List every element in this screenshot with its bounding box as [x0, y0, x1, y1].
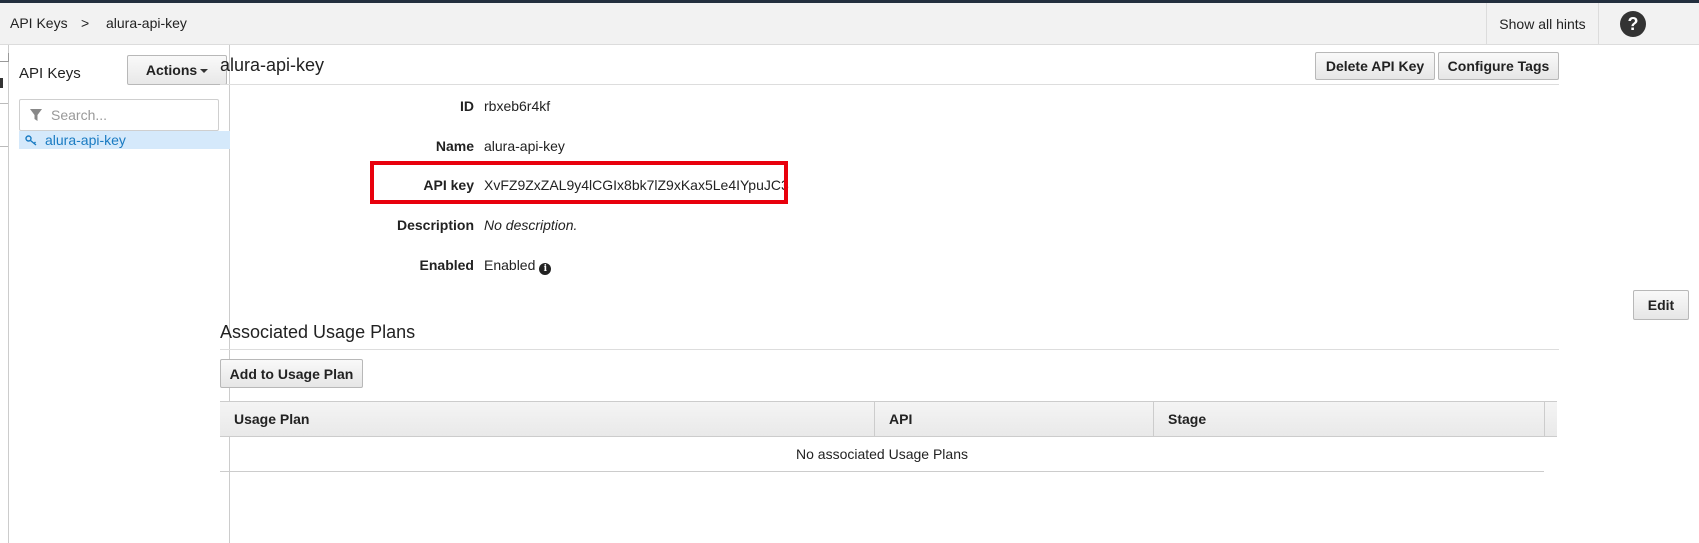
breadcrumb-api-keys[interactable]: API Keys: [10, 15, 68, 31]
key-icon: [25, 134, 38, 146]
api-key-highlight-box: [370, 161, 788, 204]
name-label: Name: [435, 138, 474, 154]
nav-strip-mark: [0, 103, 8, 147]
sidebar-title: API Keys: [19, 65, 81, 82]
name-value: alura-api-key: [484, 138, 565, 154]
delete-api-key-button[interactable]: Delete API Key: [1315, 52, 1435, 80]
edit-button[interactable]: Edit: [1633, 290, 1689, 320]
configure-tags-button[interactable]: Configure Tags: [1438, 52, 1559, 80]
divider: [220, 84, 1559, 85]
page-title: alura-api-key: [220, 55, 325, 75]
actions-dropdown-button[interactable]: Actions: [127, 55, 227, 85]
sidebar-item-alura-api-key[interactable]: alura-api-key: [19, 131, 230, 149]
breadcrumb-separator: >: [81, 15, 90, 31]
column-header-api[interactable]: API: [875, 402, 1154, 436]
search-input[interactable]: [49, 106, 203, 124]
nav-strip-mark: [0, 78, 3, 88]
breadcrumb-bar: API Keys > alura-api-key Show all hints …: [0, 3, 1699, 45]
search-field[interactable]: [19, 99, 219, 131]
divider: [220, 349, 1559, 350]
add-to-usage-plan-button[interactable]: Add to Usage Plan: [220, 359, 363, 388]
collapsed-nav-strip[interactable]: [0, 45, 9, 543]
description-value: No description.: [484, 217, 578, 233]
empty-table-message: No associated Usage Plans: [220, 437, 1544, 472]
enabled-status: Enabled i: [484, 257, 552, 275]
description-label: Description: [396, 217, 474, 233]
filter-icon: [30, 109, 42, 121]
usage-plans-table: Usage Plan API Stage No associated Usage…: [220, 401, 1557, 472]
help-icon[interactable]: ?: [1620, 11, 1646, 37]
column-header-stage[interactable]: Stage: [1154, 402, 1545, 436]
id-value: rbxeb6r4kf: [484, 98, 551, 114]
usage-plans-title: Associated Usage Plans: [220, 322, 416, 342]
show-all-hints-button[interactable]: Show all hints: [1486, 3, 1599, 45]
sidebar: API Keys Actions alura-api-key: [9, 45, 230, 543]
actions-label: Actions: [145, 62, 198, 78]
column-header-usage-plan[interactable]: Usage Plan: [220, 402, 875, 436]
info-icon[interactable]: i: [539, 263, 552, 275]
enabled-value: Enabled: [484, 257, 536, 273]
enabled-label: Enabled: [419, 257, 474, 273]
id-label: ID: [460, 98, 474, 114]
breadcrumb-current: alura-api-key: [106, 15, 187, 31]
table-header: Usage Plan API Stage: [220, 401, 1557, 437]
nav-strip-mark: [0, 53, 9, 62]
sidebar-item-label: alura-api-key: [45, 132, 126, 148]
caret-down-icon: [200, 69, 209, 73]
main-panel: alura-api-key Delete API Key Configure T…: [220, 45, 1699, 543]
